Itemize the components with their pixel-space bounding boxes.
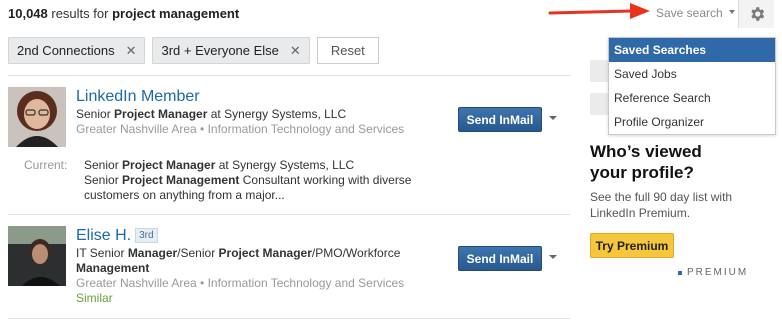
results-summary: 10,048 results for project management [8,6,239,21]
avatar[interactable] [8,87,66,147]
premium-promo: Who’s viewed your profile? See the full … [590,141,770,278]
menu-item-reference-search[interactable]: Reference Search [609,86,775,110]
promo-subtitle: See the full 90 day list with LinkedIn P… [590,190,733,220]
menu-item-profile-organizer[interactable]: Profile Organizer [609,110,775,134]
divider [8,75,570,76]
result-name-link[interactable]: Elise H. 3rd [76,226,446,246]
similar-link[interactable]: Similar [76,291,446,306]
promo-title-line2: your profile? [590,163,694,182]
results-text: results for [47,6,113,21]
result-info: LinkedIn Member Senior Project Manager a… [76,87,446,137]
remove-filter-icon[interactable]: ✕ [290,43,301,59]
save-search-link[interactable]: Save search [656,6,723,20]
promo-title-line1: Who’s viewed [590,142,702,161]
result-location-industry: Greater Nashville Area • Information Tec… [76,122,405,136]
result-headline: Senior Project Manager at Synergy System… [76,107,347,121]
annotation-arrow [548,3,650,19]
filter-chip-3rd-everyone[interactable]: 3rd + Everyone Else ✕ [152,37,310,64]
more-actions-caret-icon[interactable] [549,255,557,259]
gear-icon [750,7,764,21]
results-count: 10,048 [8,6,48,21]
menu-item-saved-jobs[interactable]: Saved Jobs [609,62,775,86]
filter-chip-2nd-connections[interactable]: 2nd Connections ✕ [8,37,146,64]
save-search-caret-icon[interactable] [729,10,735,14]
current-label: Current: [24,158,68,172]
avatar[interactable] [8,226,66,286]
filter-chip-label: 2nd Connections [17,43,115,58]
result-headline-cont: Management [76,261,150,275]
search-query: project management [112,6,240,21]
menu-item-saved-searches[interactable]: Saved Searches [609,38,775,62]
filter-bar: 2nd Connections ✕ 3rd + Everyone Else ✕ … [8,37,379,64]
current-position: Senior Project Manager at Synergy System… [84,158,412,202]
try-premium-button[interactable]: Try Premium [590,233,674,258]
divider [8,214,570,215]
premium-square-icon [678,270,682,275]
settings-dropdown-menu: Saved Searches Saved Jobs Reference Sear… [608,37,776,135]
degree-badge: 3rd [135,228,158,243]
premium-label: PREMIUM [678,267,748,278]
result-name-link[interactable]: LinkedIn Member [76,87,446,107]
filter-chip-label: 3rd + Everyone Else [161,43,279,58]
more-actions-caret-icon[interactable] [549,116,557,120]
result-info: Elise H. 3rd IT Senior Manager/Senior Pro… [76,226,446,306]
remove-filter-icon[interactable]: ✕ [126,43,137,59]
send-inmail-button[interactable]: Send InMail [458,246,542,271]
reset-filters-button[interactable]: Reset [316,37,379,64]
result-location-industry: Greater Nashville Area • Information Tec… [76,276,405,290]
divider [8,318,570,319]
settings-gear-button[interactable] [738,0,774,28]
result-headline: IT Senior Manager/Senior Project Manager… [76,246,401,260]
send-inmail-button[interactable]: Send InMail [458,107,542,132]
